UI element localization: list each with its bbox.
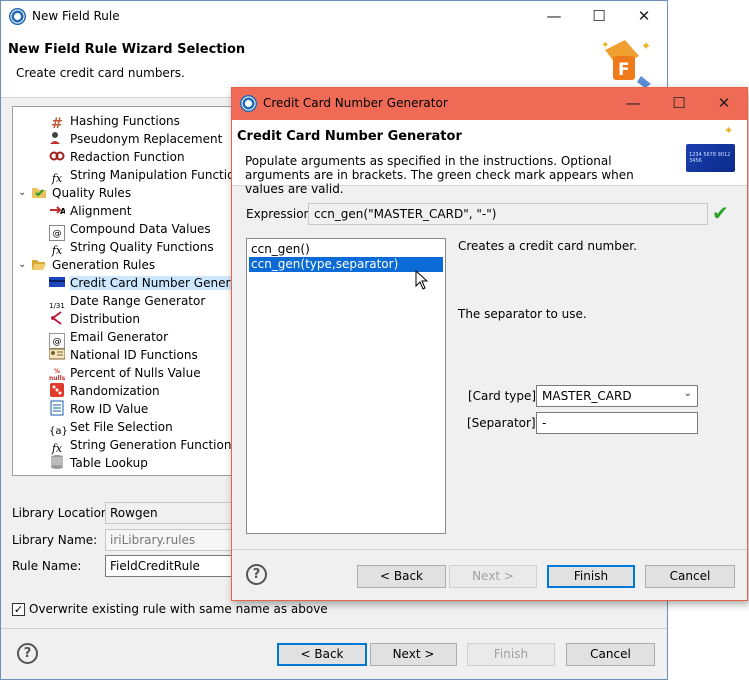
back-button[interactable]: < Back bbox=[357, 565, 446, 588]
separator-description: The separator to use. bbox=[458, 307, 587, 321]
tree-item-randomization[interactable]: Randomization bbox=[49, 382, 160, 400]
tree-item-alignment[interactable]: AAlignment bbox=[49, 202, 131, 220]
chevron-down-icon[interactable]: ⌄ bbox=[684, 388, 692, 399]
rule-name-input[interactable]: FieldCreditRule bbox=[105, 555, 235, 577]
library-location-field[interactable]: Rowgen bbox=[105, 502, 235, 524]
maximize-button[interactable]: ☐ bbox=[656, 88, 702, 119]
footer-divider bbox=[232, 549, 747, 550]
id-card-icon bbox=[48, 346, 66, 362]
svg-text:A: A bbox=[60, 207, 65, 216]
credit-card-icon bbox=[49, 274, 65, 290]
back-button[interactable]: < Back bbox=[277, 643, 367, 666]
next-button[interactable]: Next > bbox=[449, 565, 537, 588]
distribution-icon bbox=[49, 310, 65, 326]
field-rule-logo-icon: F ✦ ✦ bbox=[601, 39, 651, 88]
separator-input[interactable]: - bbox=[536, 412, 698, 434]
tree-item-redaction-function[interactable]: Redaction Function bbox=[49, 148, 185, 166]
card-type-select[interactable]: MASTER_CARD ⌄ bbox=[536, 385, 698, 407]
mouse-cursor-icon bbox=[415, 270, 429, 290]
close-button[interactable]: ✕ bbox=[701, 88, 747, 119]
credit-card-image: 1234 5678 9012 3456 bbox=[686, 144, 735, 172]
library-name-field[interactable]: iriLibrary.rules bbox=[105, 529, 235, 551]
rule-name-label: Rule Name: bbox=[12, 559, 82, 573]
alignment-icon: A bbox=[49, 202, 67, 218]
cancel-button[interactable]: Cancel bbox=[566, 643, 655, 666]
help-icon[interactable]: ? bbox=[246, 564, 267, 585]
tree-folder-quality-rules[interactable]: ⌄ Quality Rules bbox=[18, 184, 131, 202]
app-logo-icon bbox=[9, 8, 26, 25]
tree-item-string-generation[interactable]: fx String Generation Functions bbox=[49, 436, 233, 455]
library-name-label: Library Name: bbox=[12, 533, 98, 547]
footer-divider bbox=[1, 628, 667, 629]
function-description: Creates a credit card number. bbox=[458, 239, 637, 253]
expression-field[interactable]: ccn_gen("MASTER_CARD", "-") bbox=[308, 203, 708, 225]
tree-item-compound-data-values[interactable]: @ Compound Data Values bbox=[49, 220, 211, 241]
dialog-title-bar[interactable]: Credit Card Number Generator — ☐ ✕ bbox=[232, 88, 747, 120]
maximize-button[interactable]: ☐ bbox=[576, 1, 622, 32]
dialog-header: Credit Card Number Generator Populate ar… bbox=[232, 120, 747, 196]
tree-item-hashing-functions[interactable]: # Hashing Functions bbox=[49, 112, 180, 132]
function-item-ccn-gen[interactable]: ccn_gen() bbox=[249, 242, 443, 257]
svg-text:✦: ✦ bbox=[601, 40, 609, 51]
svg-text:✦: ✦ bbox=[641, 39, 651, 53]
credit-card-generator-dialog: Credit Card Number Generator — ☐ ✕ Credi… bbox=[231, 87, 748, 601]
svg-text:F: F bbox=[618, 60, 630, 80]
tree-item-set-file-selection[interactable]: {a} Set File Selection bbox=[49, 418, 173, 437]
expression-label: Expression: bbox=[246, 207, 316, 221]
tree-item-percent-nulls[interactable]: % nulls Percent of Nulls Value bbox=[49, 364, 201, 382]
minimize-button[interactable]: — bbox=[610, 88, 656, 119]
overwrite-checkbox[interactable]: ✓ bbox=[12, 603, 25, 616]
finish-button[interactable]: Finish bbox=[467, 643, 555, 666]
app-logo-icon bbox=[240, 95, 257, 112]
folder-open-icon bbox=[31, 256, 47, 272]
separator-label: [Separator]: bbox=[467, 416, 540, 430]
tree-item-credit-card-generator[interactable]: Credit Card Number Generator bbox=[49, 274, 233, 292]
tree-item-row-id-value[interactable]: Row ID Value bbox=[49, 400, 148, 418]
tree-item-national-id[interactable]: National ID Functions bbox=[48, 346, 198, 364]
dialog-heading: Credit Card Number Generator bbox=[237, 129, 462, 144]
chevron-down-icon[interactable]: ⌄ bbox=[18, 256, 26, 274]
tree-item-string-quality[interactable]: fx String Quality Functions bbox=[49, 238, 214, 257]
redaction-icon bbox=[49, 148, 65, 164]
rule-tree[interactable]: # Hashing Functions Pseudonym Replacement… bbox=[12, 106, 234, 476]
help-icon[interactable]: ? bbox=[17, 643, 38, 664]
valid-check-icon: ✔ bbox=[712, 201, 729, 225]
dialog-description: Populate arguments as specified in the i… bbox=[245, 154, 634, 196]
card-type-label: [Card type]: bbox=[468, 389, 541, 403]
window-title: New Field Rule bbox=[32, 9, 120, 23]
sparkle-icon: ✦ bbox=[724, 124, 734, 137]
library-location-label: Library Location: bbox=[12, 506, 113, 520]
function-item-ccn-gen-type-separator[interactable]: ccn_gen(type,separator) bbox=[249, 257, 443, 272]
dialog-title: Credit Card Number Generator bbox=[263, 96, 448, 110]
pseudonym-icon bbox=[49, 130, 65, 146]
chevron-down-icon[interactable]: ⌄ bbox=[18, 184, 26, 202]
minimize-button[interactable]: — bbox=[531, 1, 577, 32]
tree-item-string-manipulation[interactable]: fx String Manipulation Functions bbox=[49, 166, 233, 185]
tree-item-distribution[interactable]: Distribution bbox=[49, 310, 140, 328]
title-bar[interactable]: New Field Rule — ☐ ✕ bbox=[1, 1, 667, 32]
finish-button[interactable]: Finish bbox=[547, 565, 635, 588]
page-description: Create credit card numbers. bbox=[16, 66, 185, 80]
tree-item-pseudonym-replacement[interactable]: Pseudonym Replacement bbox=[49, 130, 222, 148]
folder-check-icon bbox=[31, 184, 47, 200]
tree-item-email-generator[interactable]: @ Email Generator bbox=[49, 328, 168, 349]
overwrite-label: Overwrite existing rule with same name a… bbox=[29, 602, 328, 616]
close-button[interactable]: ✕ bbox=[621, 1, 667, 32]
next-button[interactable]: Next > bbox=[370, 643, 457, 666]
random-icon bbox=[49, 382, 65, 398]
page-title: New Field Rule Wizard Selection bbox=[8, 42, 246, 57]
tree-folder-generation-rules[interactable]: ⌄ Generation Rules bbox=[18, 256, 155, 274]
row-id-icon bbox=[49, 400, 65, 416]
tree-item-table-lookup[interactable]: Table Lookup bbox=[49, 454, 148, 472]
tree-item-date-range-generator[interactable]: 1/31 Date Range Generator bbox=[49, 292, 205, 310]
cancel-button[interactable]: Cancel bbox=[645, 565, 735, 588]
database-icon bbox=[49, 454, 65, 470]
